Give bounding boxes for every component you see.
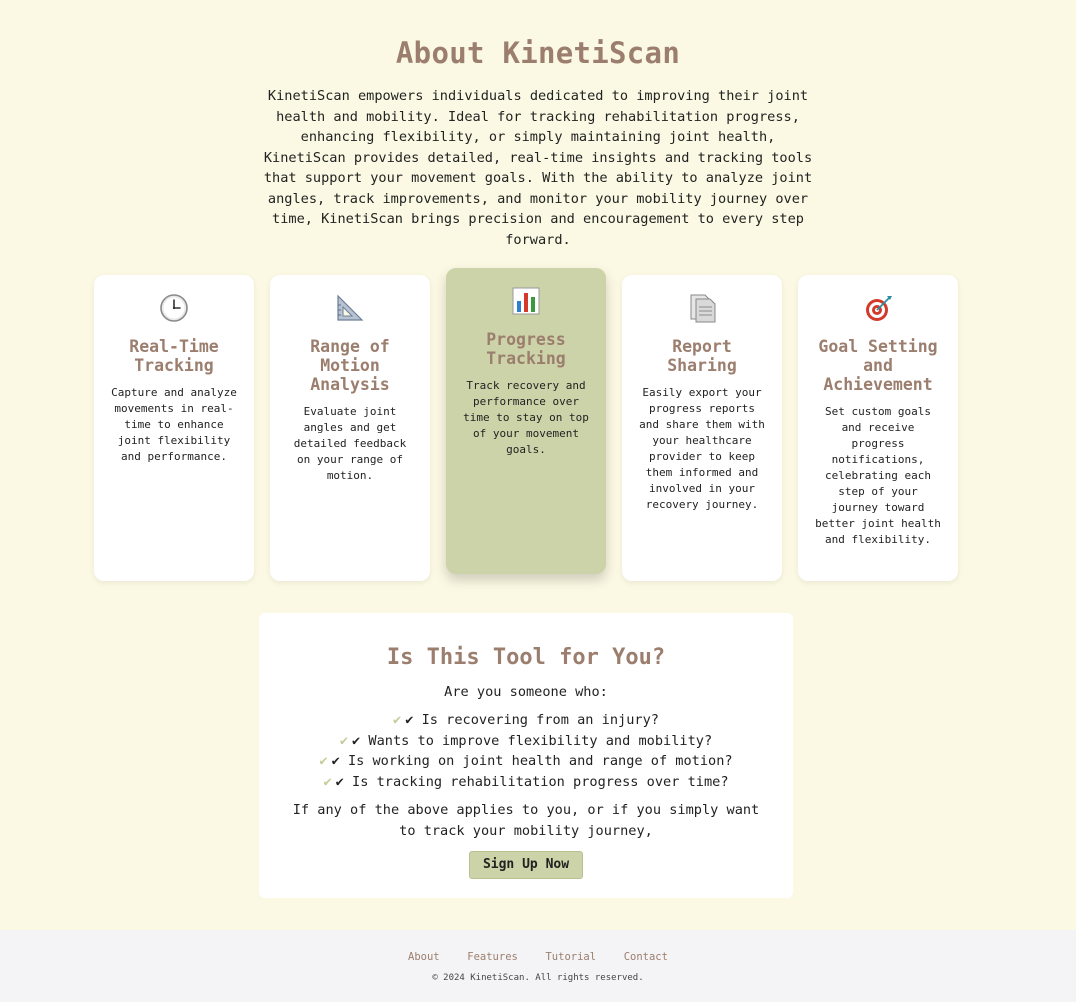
list-item: ✔ ✔ Is working on joint health and range …	[259, 751, 793, 772]
feature-title: Goal Setting and Achievement	[818, 337, 938, 394]
fit-checklist: ✔ ✔ Is recovering from an injury? ✔ ✔ Want…	[259, 710, 793, 792]
fit-outro: If any of the above applies to you, or i…	[292, 802, 760, 839]
footer-nav: About Features Tutorial Contact	[0, 945, 1076, 964]
fit-section: Is This Tool for You? Are you someone wh…	[259, 613, 793, 898]
feature-text: Evaluate joint angles and get detailed f…	[293, 405, 407, 482]
triangle-ruler-icon	[337, 294, 364, 321]
check-icon: ✔	[319, 753, 328, 769]
list-item: ✔ ✔ Wants to improve flexibility and mobi…	[259, 731, 793, 752]
list-item-text: ✔ Wants to improve flexibility and mobil…	[352, 732, 713, 749]
feature-text: Capture and analyze movements in real-ti…	[111, 386, 237, 463]
feature-text: Track recovery and performance over time…	[463, 379, 589, 456]
target-icon	[866, 296, 892, 321]
check-icon: ✔	[339, 732, 349, 749]
fit-intro: Are you someone who:	[444, 684, 608, 700]
check-icon: ✔	[393, 712, 402, 728]
feature-title: Real-Time Tracking	[129, 337, 219, 375]
feature-card-report-sharing: Report Sharing Easily export your progre…	[622, 275, 782, 581]
list-item-text: ✔ Is tracking rehabilitation progress ov…	[335, 773, 729, 790]
footer-link-features[interactable]: Features	[467, 951, 518, 963]
feature-text: Set custom goals and receive progress no…	[815, 405, 941, 546]
copyright: © 2024 KinetiScan. All rights reserved.	[432, 973, 644, 983]
list-item: ✔ ✔ Is tracking rehabilitation progress o…	[259, 772, 793, 793]
check-icon: ✔	[323, 773, 332, 790]
footer: About Features Tutorial Contact © 2024 K…	[0, 930, 1076, 1002]
feature-title: Progress Tracking	[486, 330, 566, 368]
feature-card-goal-setting: Goal Setting and Achievement Set custom …	[798, 275, 958, 581]
about-section: About KinetiScan KinetiScan empowers ind…	[0, 36, 1076, 250]
feature-card-range-of-motion: Range of Motion Analysis Evaluate joint …	[270, 275, 430, 581]
footer-link-contact[interactable]: Contact	[624, 951, 668, 963]
clock-icon	[160, 294, 188, 322]
list-item-text: ✔ Is recovering from an injury?	[405, 712, 659, 728]
feature-title: Range of Motion Analysis	[310, 337, 390, 394]
feature-text: Easily export your progress reports and …	[639, 386, 765, 511]
feature-card-real-time-tracking: Real-Time Tracking Capture and analyze m…	[94, 275, 254, 581]
footer-link-tutorial[interactable]: Tutorial	[545, 951, 596, 963]
feature-card-progress-tracking: Progress Tracking Track recovery and per…	[446, 268, 606, 574]
list-item-text: ✔ Is working on joint health and range o…	[331, 753, 733, 769]
document-icon	[690, 294, 716, 323]
bar-chart-icon	[512, 287, 540, 315]
features-section: Real-Time Tracking Capture and analyze m…	[94, 268, 982, 581]
list-item: ✔ ✔ Is recovering from an injury?	[259, 710, 793, 731]
feature-title: Report Sharing	[667, 337, 737, 375]
about-description: KinetiScan empowers individuals dedicate…	[263, 88, 813, 248]
sign-up-button[interactable]: Sign Up Now	[468, 851, 584, 879]
about-title: About KinetiScan	[395, 36, 681, 70]
fit-title: Is This Tool for You?	[386, 645, 666, 670]
footer-link-about[interactable]: About	[408, 951, 440, 963]
